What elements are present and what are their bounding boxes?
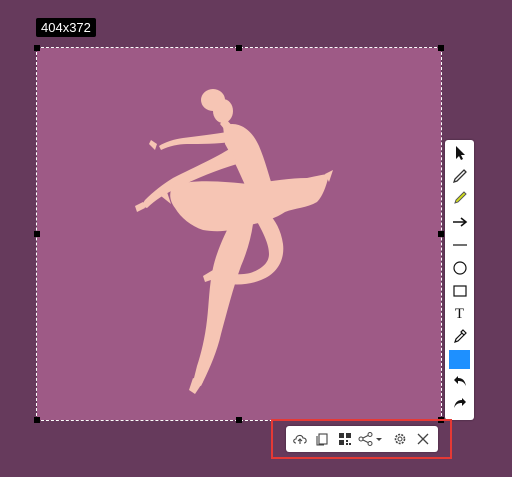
selection-size-label: 404x372	[36, 18, 96, 37]
text-icon[interactable]: T	[448, 304, 471, 324]
text-tool-glyph: T	[454, 305, 465, 322]
resize-handle-n[interactable]	[236, 45, 242, 51]
close-icon[interactable]	[413, 429, 433, 449]
settings-icon[interactable]	[390, 429, 410, 449]
arrow-icon[interactable]	[448, 212, 471, 232]
share-icon[interactable]	[357, 429, 385, 449]
select-cursor-icon[interactable]	[448, 143, 471, 163]
color-picker-icon[interactable]	[448, 326, 471, 346]
action-toolbar	[286, 426, 438, 452]
selection-area[interactable]	[36, 47, 442, 421]
ballerina-image	[135, 89, 333, 394]
resize-handle-ne[interactable]	[438, 45, 444, 51]
qr-code-icon[interactable]	[335, 429, 355, 449]
color-swatch[interactable]	[448, 349, 471, 369]
redo-icon[interactable]	[448, 393, 471, 413]
drawing-toolbar: T	[445, 140, 474, 420]
ellipse-icon[interactable]	[448, 258, 471, 278]
highlighter-icon[interactable]	[448, 188, 471, 208]
resize-handle-w[interactable]	[34, 231, 40, 237]
resize-handle-s[interactable]	[236, 417, 242, 423]
undo-icon[interactable]	[448, 371, 471, 391]
line-icon[interactable]	[448, 235, 471, 255]
resize-handle-e[interactable]	[438, 231, 444, 237]
copy-icon[interactable]	[312, 429, 332, 449]
resize-handle-sw[interactable]	[34, 417, 40, 423]
upload-cloud-icon[interactable]	[290, 429, 310, 449]
pen-icon[interactable]	[448, 166, 471, 186]
rectangle-icon[interactable]	[448, 281, 471, 301]
resize-handle-nw[interactable]	[34, 45, 40, 51]
